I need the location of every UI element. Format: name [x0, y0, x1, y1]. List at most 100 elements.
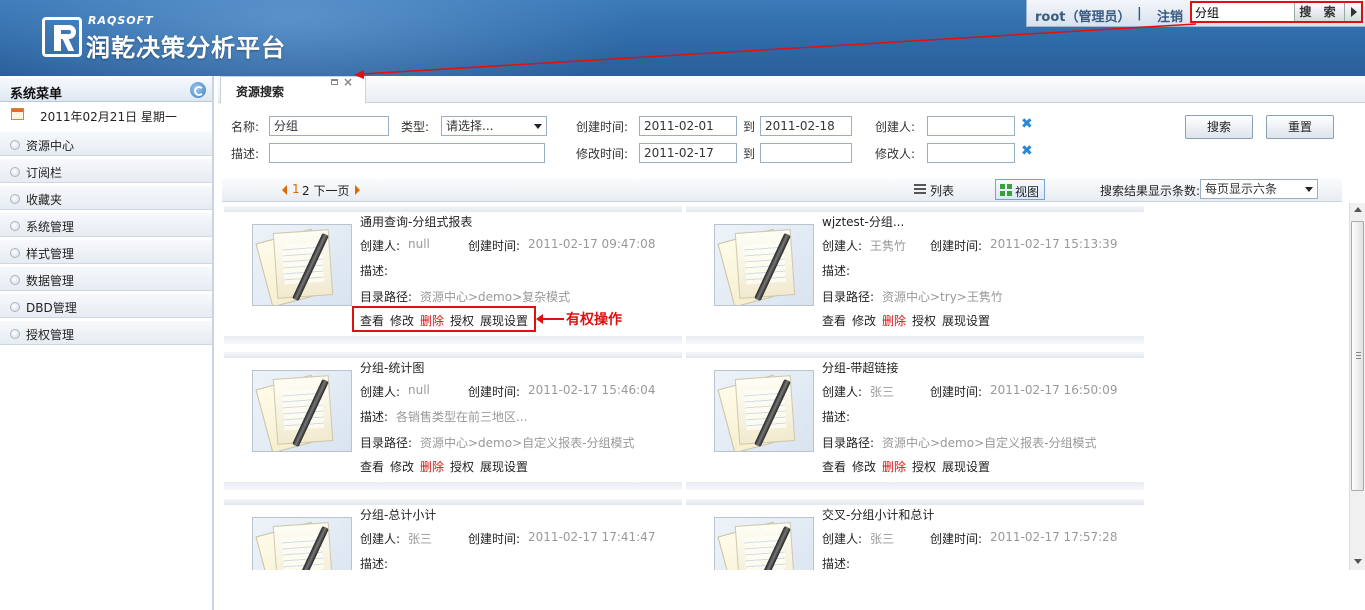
- report-thumbnail-icon[interactable]: [714, 224, 814, 306]
- global-search-input[interactable]: [1192, 3, 1292, 21]
- global-search-button[interactable]: 搜 索: [1294, 3, 1344, 21]
- creator-input[interactable]: [927, 116, 1015, 136]
- raqsoft-logo-icon: [42, 17, 82, 57]
- sidebar-item-dbd-management[interactable]: DBD管理: [0, 293, 212, 318]
- sidebar-item-style-management[interactable]: 样式管理: [0, 239, 212, 264]
- creator-label: 创建人:: [822, 532, 863, 546]
- created-time-label: 创建时间:: [930, 532, 983, 546]
- annotation-highlight-box: [352, 306, 536, 332]
- scroll-down-icon[interactable]: [1354, 559, 1362, 564]
- grid-view-button[interactable]: 视图: [995, 179, 1045, 200]
- restore-icon[interactable]: [331, 79, 338, 85]
- per-page-value: 每页显示六条: [1205, 182, 1278, 196]
- modify-from-input[interactable]: 2011-02-17: [639, 143, 737, 163]
- card-title[interactable]: wjztest-分组...: [822, 213, 904, 230]
- bullet-icon: [10, 140, 20, 150]
- card-title[interactable]: 分组-总计小计: [360, 506, 436, 523]
- view-action[interactable]: 查看: [822, 312, 846, 329]
- create-time-label: 创建时间:: [576, 120, 629, 134]
- display-settings-action[interactable]: 展现设置: [942, 312, 990, 329]
- view-action[interactable]: 查看: [360, 458, 384, 475]
- sidebar-item-subscriptions[interactable]: 订阅栏: [0, 158, 212, 183]
- card-title[interactable]: 分组-统计图: [360, 359, 424, 376]
- close-icon[interactable]: ×: [343, 75, 353, 89]
- edit-action[interactable]: 修改: [852, 312, 876, 329]
- card-title[interactable]: 分组-带超链接: [822, 359, 898, 376]
- prev-page-icon[interactable]: [282, 185, 287, 195]
- sidebar-item-data-management[interactable]: 数据管理: [0, 266, 212, 291]
- clear-modifier-icon[interactable]: ✖: [1021, 143, 1033, 159]
- clear-creator-icon[interactable]: ✖: [1021, 116, 1033, 132]
- sidebar: 系统菜单 2011年02月21日 星期一 资源中心 订阅栏 收藏夹 系统管理 样…: [0, 76, 214, 610]
- current-date: 2011年02月21日 星期一: [40, 110, 177, 124]
- report-thumbnail-icon[interactable]: [714, 370, 814, 452]
- created-time-label: 创建时间:: [930, 385, 983, 399]
- creator-label: 创建人:: [875, 120, 916, 134]
- report-thumbnail-icon[interactable]: [252, 517, 352, 570]
- path-label: 目录路径:: [822, 290, 875, 304]
- card-title[interactable]: 交叉-分组小计和总计: [822, 506, 934, 523]
- sidebar-item-system-management[interactable]: 系统管理: [0, 212, 212, 237]
- authorize-action[interactable]: 授权: [450, 458, 474, 475]
- path-label: 目录路径:: [360, 290, 413, 304]
- name-input[interactable]: 分组: [269, 116, 389, 136]
- card-divider: [224, 206, 682, 212]
- creator-value: 张三: [870, 532, 895, 546]
- reset-button[interactable]: 重置: [1266, 115, 1334, 139]
- creator-label: 创建人:: [360, 532, 401, 546]
- sidebar-item-label: 收藏夹: [26, 193, 63, 207]
- authorize-action[interactable]: 授权: [912, 312, 936, 329]
- report-thumbnail-icon[interactable]: [252, 370, 352, 452]
- delete-action[interactable]: 删除: [420, 458, 444, 475]
- report-thumbnail-icon[interactable]: [714, 517, 814, 570]
- create-to-input[interactable]: 2011-02-18: [760, 116, 852, 136]
- page-links[interactable]: 2 下一页: [302, 182, 349, 199]
- search-button[interactable]: 搜索: [1185, 115, 1253, 139]
- scroll-up-icon[interactable]: [1354, 207, 1362, 212]
- card-divider: [224, 482, 682, 490]
- grid-icon: [1000, 184, 1012, 196]
- created-time-label: 创建时间:: [468, 532, 521, 546]
- edit-action[interactable]: 修改: [390, 458, 414, 475]
- refresh-icon[interactable]: [190, 82, 206, 98]
- sidebar-item-authorization[interactable]: 授权管理: [0, 320, 212, 345]
- date-row: 2011年02月21日 星期一: [0, 104, 212, 126]
- vertical-scrollbar[interactable]: [1349, 203, 1365, 570]
- per-page-select[interactable]: 每页显示六条: [1200, 179, 1318, 199]
- creator-label: 创建人:: [822, 239, 863, 253]
- delete-action[interactable]: 删除: [882, 458, 906, 475]
- desc-label: 描述:: [360, 557, 389, 570]
- next-page-icon[interactable]: [355, 185, 360, 195]
- view-action[interactable]: 查看: [822, 458, 846, 475]
- tab-resource-search[interactable]: 资源搜索 ×: [220, 75, 366, 104]
- type-select[interactable]: 请选择...: [441, 116, 547, 136]
- modify-time-label: 修改时间:: [576, 147, 629, 161]
- desc-label: 描述:: [822, 410, 851, 424]
- report-thumbnail-icon[interactable]: [252, 224, 352, 306]
- calendar-icon: [11, 108, 24, 120]
- sidebar-item-favorites[interactable]: 收藏夹: [0, 185, 212, 210]
- desc-input[interactable]: [269, 143, 545, 163]
- edit-action[interactable]: 修改: [852, 458, 876, 475]
- modifier-input[interactable]: [927, 143, 1015, 163]
- scroll-thumb[interactable]: [1351, 221, 1364, 491]
- modify-to-input[interactable]: [760, 143, 852, 163]
- card-title[interactable]: 通用查询-分组式报表: [360, 213, 472, 230]
- sidebar-item-label: 授权管理: [26, 328, 75, 342]
- bullet-icon: [10, 302, 20, 312]
- display-settings-action[interactable]: 展现设置: [942, 458, 990, 475]
- brand-english: RAQSOFT: [88, 14, 154, 27]
- user-separator: |: [1137, 6, 1142, 21]
- global-search-arrow-icon[interactable]: [1344, 3, 1361, 21]
- display-settings-action[interactable]: 展现设置: [480, 458, 528, 475]
- annotation-arrow-line: [540, 318, 564, 320]
- authorize-action[interactable]: 授权: [912, 458, 936, 475]
- sidebar-item-resource-center[interactable]: 资源中心: [0, 131, 212, 156]
- delete-action[interactable]: 删除: [882, 312, 906, 329]
- created-time-value: 2011-02-17 09:47:08: [528, 237, 656, 251]
- create-from-input[interactable]: 2011-02-01: [639, 116, 737, 136]
- creator-value: null: [408, 383, 430, 397]
- created-time-label: 创建时间:: [930, 239, 983, 253]
- desc-label: 描述:: [822, 557, 851, 570]
- logout-link[interactable]: 注销: [1157, 6, 1183, 25]
